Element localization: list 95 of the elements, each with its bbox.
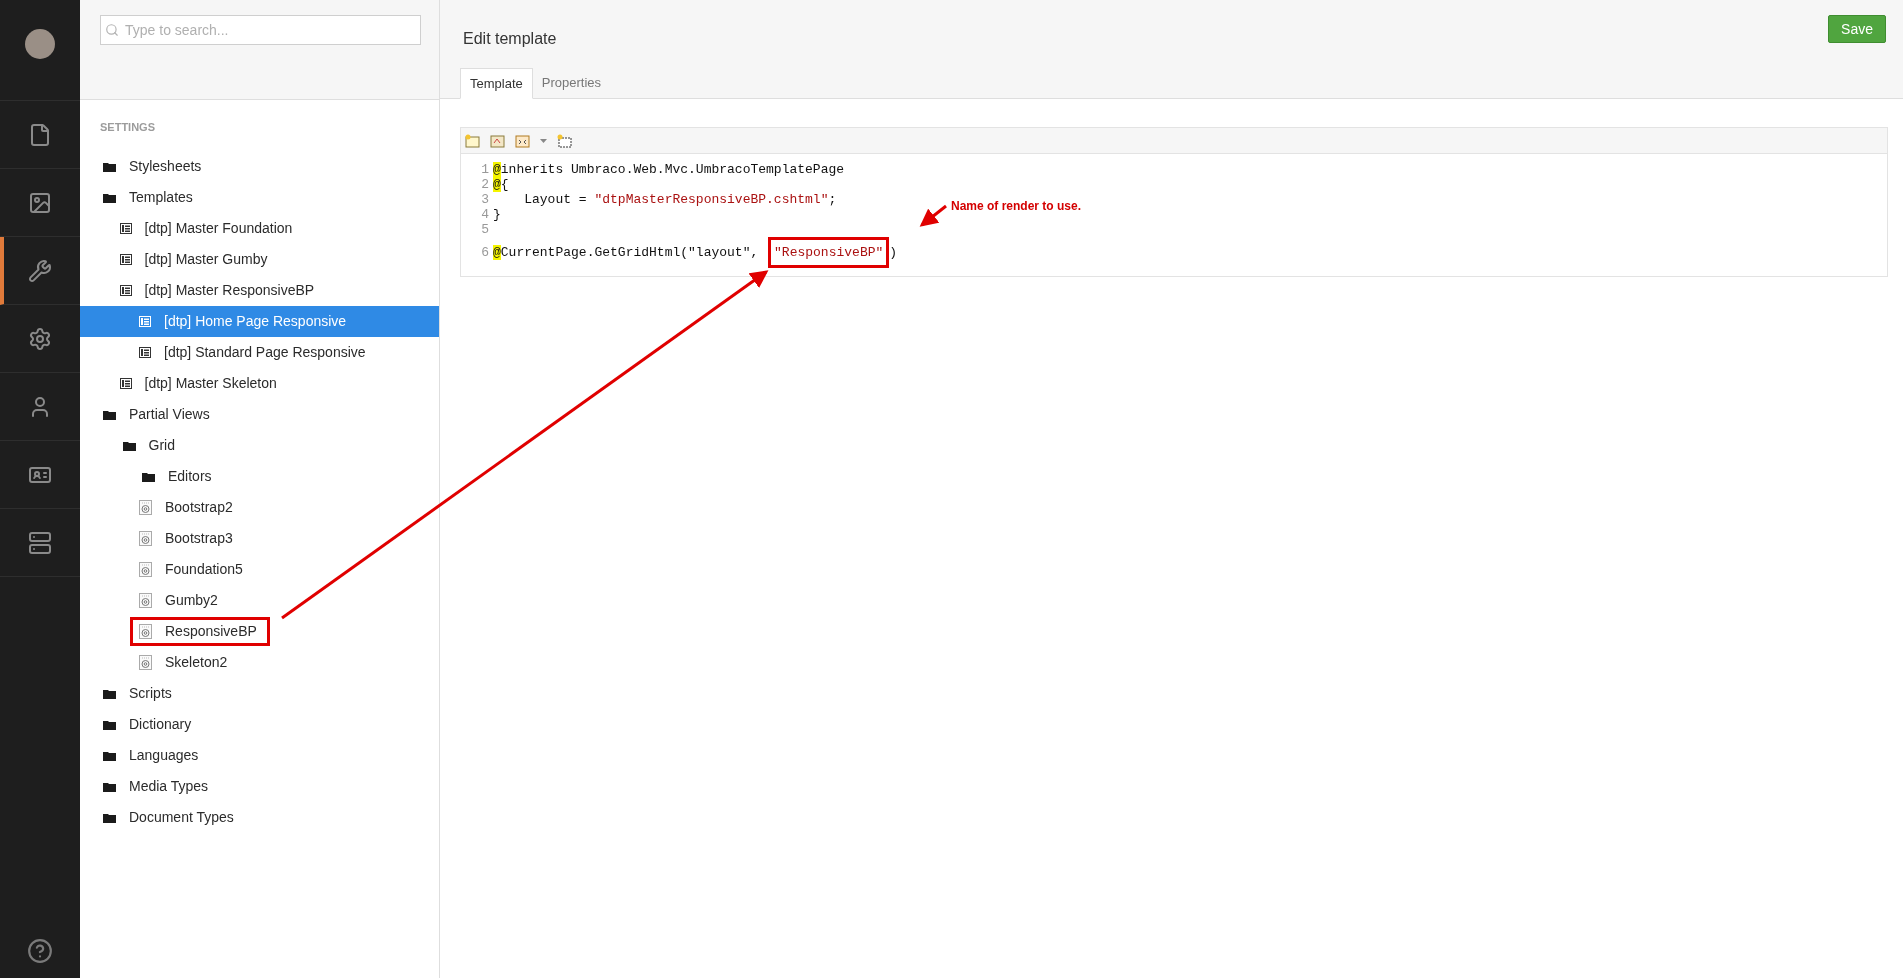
tree-item[interactable]: [dtp] Home Page Responsive — [80, 306, 439, 337]
tree-item[interactable]: Templates — [80, 182, 439, 213]
folder-icon — [103, 409, 116, 420]
tree-item[interactable]: [dtp] Master ResponsiveBP — [80, 275, 439, 306]
tree-item-label: Bootstrap2 — [165, 498, 233, 517]
tree-item-label: [dtp] Master Skeleton — [144, 374, 277, 393]
template-icon — [119, 254, 132, 265]
folder-icon — [103, 719, 116, 730]
page-title: Edit template — [462, 29, 557, 49]
tree-item[interactable]: Document Types — [80, 802, 439, 833]
tree-item[interactable]: Bootstrap3 — [80, 523, 439, 554]
settings-icon — [28, 326, 52, 351]
tree-item[interactable]: Languages — [80, 740, 439, 771]
razor-file-icon — [139, 500, 152, 515]
folder-icon — [103, 161, 116, 172]
search-icon — [105, 23, 119, 37]
line-number: 3 — [480, 192, 489, 207]
insert-placeholder-icon[interactable] — [557, 133, 572, 148]
tree-item[interactable]: Grid — [80, 430, 439, 461]
folder-icon — [103, 688, 116, 699]
tree-item-label: [dtp] Master ResponsiveBP — [144, 281, 315, 300]
tree-item[interactable]: Media Types — [80, 771, 439, 802]
tree-item-label: Grid — [148, 436, 175, 455]
tree-item-label: Gumby2 — [165, 591, 218, 610]
tree-item-label: Editors — [168, 467, 212, 486]
folder-icon — [122, 440, 136, 451]
tree-item-label: Skeleton2 — [165, 653, 228, 672]
code-line: } — [493, 207, 501, 222]
tree-item-label: [dtp] Master Gumby — [144, 250, 268, 269]
folder-icon — [103, 812, 116, 823]
dropdown-caret-icon[interactable] — [540, 138, 547, 143]
tree-item[interactable]: Foundation5 — [80, 554, 439, 585]
tree-item-label: Scripts — [129, 684, 172, 703]
insert-macro-icon[interactable] — [490, 133, 505, 148]
tree-item-label: Languages — [129, 746, 199, 765]
tree-item-label: [dtp] Home Page Responsive — [164, 312, 347, 331]
tree-item-label: Bootstrap3 — [165, 529, 233, 548]
folder-icon — [103, 750, 116, 761]
tree-item[interactable]: Gumby2 — [80, 585, 439, 616]
tree-item[interactable]: Scripts — [80, 678, 439, 709]
tree-item-label: [dtp] Master Foundation — [144, 219, 293, 238]
avatar-placeholder[interactable] — [25, 29, 55, 59]
template-icon — [119, 223, 132, 234]
razor-file-icon — [139, 624, 152, 639]
tree-item-label: Stylesheets — [129, 157, 202, 176]
insert-snippet-icon[interactable] — [515, 133, 530, 148]
help-icon[interactable] — [27, 938, 53, 964]
folder-icon — [142, 471, 155, 482]
section-nav-item[interactable] — [0, 237, 80, 305]
folder-icon — [103, 781, 116, 792]
tree-item[interactable]: [dtp] Master Gumby — [80, 244, 439, 275]
tree-item[interactable]: Stylesheets — [80, 151, 439, 182]
line-number: 4 — [480, 207, 489, 222]
template-icon — [139, 347, 151, 358]
tree-item[interactable]: ResponsiveBP — [80, 616, 439, 647]
tree-item[interactable]: [dtp] Master Skeleton — [80, 368, 439, 399]
tree-item-label: ResponsiveBP — [165, 622, 257, 641]
wrench-icon — [28, 258, 52, 283]
tree-item[interactable]: [dtp] Standard Page Responsive — [80, 337, 439, 368]
template-icon — [119, 378, 132, 389]
insert-field-icon[interactable] — [465, 133, 480, 148]
code-line: Layout = "dtpMasterResponsiveBP.cshtml"; — [523, 192, 837, 207]
tree-item[interactable]: Editors — [80, 461, 439, 492]
tab[interactable]: Template — [460, 68, 533, 99]
tree-item[interactable]: [dtp] Master Foundation — [80, 213, 439, 244]
tree-item-label: Media Types — [129, 777, 209, 796]
tree-item-label: Document Types — [129, 808, 234, 827]
template-icon — [119, 285, 132, 296]
razor-file-icon — [139, 655, 152, 670]
tree-item-label: Templates — [129, 188, 193, 207]
annotation-arrow — [919, 204, 947, 227]
razor-file-icon — [139, 562, 152, 577]
template-icon — [139, 316, 151, 327]
server-icon — [28, 530, 52, 555]
tree-item[interactable]: Bootstrap2 — [80, 492, 439, 523]
line-number: 6 — [480, 245, 489, 260]
tree-item[interactable]: Partial Views — [80, 399, 439, 430]
tree-item-label: Foundation5 — [165, 560, 243, 579]
line-number: 2 — [480, 177, 489, 192]
section-heading: SETTINGS — [99, 120, 156, 135]
tree-item-label: Dictionary — [129, 715, 192, 734]
tree-item-label: [dtp] Standard Page Responsive — [164, 343, 366, 362]
line-number: 1 — [480, 162, 489, 177]
annotation-text: Name of render to use. — [951, 198, 1082, 215]
document-icon — [28, 122, 52, 147]
tree-item-label: Partial Views — [129, 405, 210, 424]
tree-item[interactable]: Skeleton2 — [80, 647, 439, 678]
image-icon — [28, 190, 52, 215]
razor-file-icon — [139, 531, 152, 546]
tab[interactable]: Properties — [532, 67, 610, 98]
razor-file-icon — [139, 593, 152, 608]
search-field[interactable]: Type to search... — [100, 15, 421, 45]
tree-item[interactable]: Dictionary — [80, 709, 439, 740]
line-number: 5 — [480, 222, 489, 237]
folder-icon — [103, 192, 116, 203]
